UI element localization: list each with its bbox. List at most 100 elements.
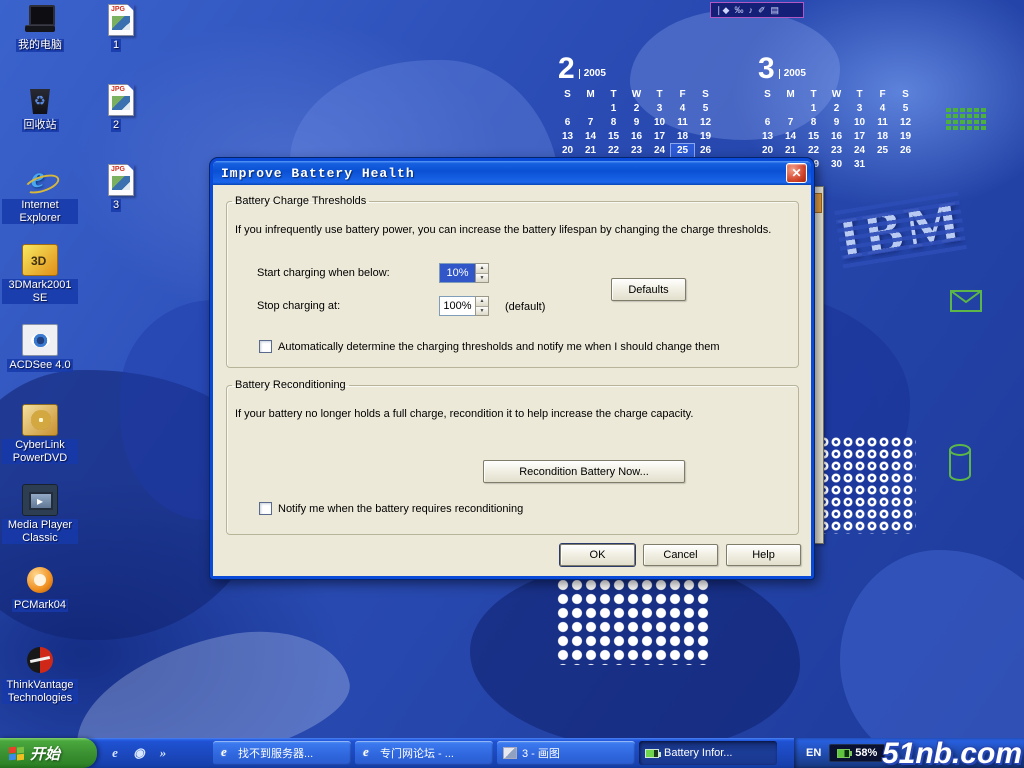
start-charge-spinner[interactable]: 10%: [439, 263, 489, 283]
wallpaper-dot-grid: [818, 436, 916, 534]
calendar-day: 11: [671, 116, 694, 130]
desktop-icon-file-2[interactable]: JPG2: [86, 84, 146, 164]
desktop-icon-label: 我的电脑: [16, 39, 64, 52]
desktop-icon-label: 3: [111, 199, 121, 212]
acdsee-icon: [22, 324, 58, 356]
calendar-header: 2 2005: [558, 52, 721, 88]
spinner-up-icon[interactable]: [476, 297, 488, 307]
desktop-icon-thinkvantage[interactable]: ThinkVantage Technologies: [2, 644, 78, 724]
calendar-day: [871, 158, 894, 172]
calendar-day-header: T: [602, 88, 625, 102]
desktop-icon-my-computer[interactable]: 我的电脑: [2, 4, 78, 84]
desktop-file-column: JPG1JPG2JPG3: [86, 4, 146, 244]
internet-explorer-icon: [22, 164, 58, 196]
stop-charge-value[interactable]: 100%: [439, 296, 475, 316]
calendar-year: 2005: [579, 69, 606, 79]
calendar-weekday-row: SMTWTFS: [756, 88, 921, 102]
desktop-icon-internet-explorer[interactable]: Internet Explorer: [2, 164, 78, 244]
percent-icon[interactable]: ‰: [734, 3, 743, 17]
internet-explorer-quicklaunch-icon[interactable]: e: [107, 745, 123, 761]
calendar-day: 22: [802, 144, 825, 158]
stop-charge-spinner[interactable]: 100%: [439, 296, 489, 316]
spinner-buttons: [475, 263, 489, 283]
grid-icon[interactable]: ▤: [771, 3, 780, 17]
note-icon[interactable]: ♪: [748, 3, 753, 17]
desktop-icon-3dmark2001-se[interactable]: 3DMark2001 SE: [2, 244, 78, 324]
jpg-file-icon: JPG: [108, 84, 134, 116]
recycle-bin-icon: [22, 84, 58, 116]
taskbar-task-2[interactable]: 专门网论坛 - ...: [355, 741, 493, 765]
start-charge-value[interactable]: 10%: [439, 263, 475, 283]
calendar-day: 31: [848, 158, 871, 172]
desktop-icon-label: CyberLink PowerDVD: [2, 439, 78, 464]
calendar-day: 1: [802, 102, 825, 116]
help-button[interactable]: Help: [726, 544, 801, 566]
group-title: Battery Charge Thresholds: [232, 195, 369, 207]
calendar-day: 6: [556, 116, 579, 130]
task-label: 专门网论坛 - ...: [380, 745, 454, 761]
calendar-day: 21: [579, 144, 602, 158]
language-indicator[interactable]: EN: [806, 747, 821, 759]
desktop-icon-label: 回收站: [22, 119, 59, 132]
desktop-icon-recycle-bin[interactable]: 回收站: [2, 84, 78, 164]
calendar-day: 1: [602, 102, 625, 116]
calendar-february: 2 2005 SMTWTFS 1234567891011121314151617…: [556, 52, 721, 172]
calendar-day: 4: [871, 102, 894, 116]
calendar-day: 18: [871, 130, 894, 144]
media-player-quicklaunch-icon[interactable]: ◉: [131, 745, 147, 761]
calendar-day: [756, 102, 779, 116]
spinner-up-icon[interactable]: [476, 264, 488, 274]
spinner-down-icon[interactable]: [476, 274, 488, 283]
battery-icon: [837, 749, 850, 758]
battery-indicator[interactable]: 58%: [829, 744, 885, 762]
calendar-month: 2: [558, 52, 575, 86]
desktop-icon-powerdvd[interactable]: CyberLink PowerDVD: [2, 404, 78, 484]
calendar-day-header: S: [556, 88, 579, 102]
taskbar-task-1[interactable]: 找不到服务器...: [213, 741, 351, 765]
desktop-icon-acdsee[interactable]: ACDSee 4.0: [2, 324, 78, 404]
dialog-titlebar[interactable]: Improve Battery Health ✕: [213, 161, 811, 185]
desktop-icon-label: 3DMark2001 SE: [2, 279, 78, 304]
desktop-icon-label: Media Player Classic: [2, 519, 78, 544]
calendar-day: 19: [894, 130, 917, 144]
desktop-icon-pcmark04[interactable]: PCMark04: [2, 564, 78, 644]
taskbar-task-4[interactable]: Battery Infor...: [639, 741, 777, 765]
calendar-day: 20: [756, 144, 779, 158]
calendar-day-header: W: [625, 88, 648, 102]
dialog-title: Improve Battery Health: [221, 166, 415, 181]
pen-icon[interactable]: ✐: [758, 3, 766, 17]
task-label: 3 - 画图: [522, 745, 560, 761]
desktop-icon-label: PCMark04: [12, 599, 68, 612]
spinner-buttons: [475, 296, 489, 316]
taskbar-task-3[interactable]: 3 - 画图: [497, 741, 635, 765]
calendar-day: 23: [625, 144, 648, 158]
desktop-icon-media-player-classic[interactable]: Media Player Classic: [2, 484, 78, 564]
improve-battery-health-dialog: Improve Battery Health ✕ Battery Charge …: [210, 158, 814, 579]
notify-recondition-checkbox[interactable]: [259, 502, 272, 515]
desktop-icon-file-3[interactable]: JPG 3: [86, 164, 146, 244]
jpg-badge: JPG: [111, 166, 125, 173]
calendar-day: 19: [694, 130, 717, 144]
defaults-button[interactable]: Defaults: [611, 278, 686, 301]
quick-launch-chevron[interactable]: »: [155, 745, 171, 761]
calendar-day: 17: [648, 130, 671, 144]
spinner-down-icon[interactable]: [476, 307, 488, 316]
auto-threshold-checkbox[interactable]: [259, 340, 272, 353]
calendar-day-header: M: [779, 88, 802, 102]
calendar-march: 3 2005 SMTWTFS 1234567891011121314151617…: [756, 52, 921, 172]
start-button[interactable]: 开始: [0, 738, 97, 768]
calendar-day: 2: [825, 102, 848, 116]
calendar-day: 12: [694, 116, 717, 130]
desktop-icon-file-1[interactable]: JPG1: [86, 4, 146, 84]
diamond-icon[interactable]: ❘◆: [715, 3, 729, 17]
recondition-battery-button[interactable]: Recondition Battery Now...: [483, 460, 685, 483]
calendar-day-header: T: [648, 88, 671, 102]
calendar-day-header: W: [825, 88, 848, 102]
calendar-day: 16: [825, 130, 848, 144]
calendar-day: 8: [602, 116, 625, 130]
close-icon[interactable]: ✕: [786, 163, 807, 183]
ok-button[interactable]: OK: [560, 544, 635, 566]
calendar-day: 9: [825, 116, 848, 130]
cancel-button[interactable]: Cancel: [643, 544, 718, 566]
jpg-badge: JPG: [111, 86, 125, 93]
